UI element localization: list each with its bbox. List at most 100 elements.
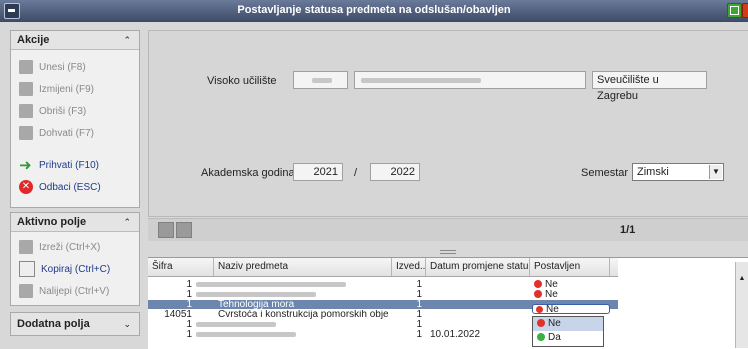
collapse-icon[interactable]: ⌃	[123, 213, 131, 231]
option-label: Ne	[548, 318, 561, 329]
academic-year-label: Akademska godina	[201, 167, 295, 179]
cell-sifra: 1	[186, 280, 192, 289]
edit-label: Izmijeni (F9)	[39, 83, 95, 95]
edit-icon	[19, 82, 33, 96]
no-icon	[537, 319, 545, 328]
paste-label: Nalijepi (Ctrl+V)	[39, 285, 110, 297]
copy-icon	[19, 261, 35, 277]
year-separator: /	[354, 167, 358, 179]
cut-label: Izreži (Ctrl+X)	[39, 241, 101, 253]
delete-button[interactable]: Obriši (F3)	[11, 100, 139, 122]
option-label: Da	[548, 332, 561, 343]
accept-button[interactable]: Prihvati (F10)	[11, 154, 139, 176]
navigation-bar: 1/1	[148, 218, 748, 241]
previous-record-icon[interactable]	[176, 222, 192, 238]
institution-name-field[interactable]	[354, 71, 586, 89]
option-ne[interactable]: Ne	[533, 317, 603, 331]
expand-icon[interactable]: ⌄	[123, 313, 131, 335]
delete-label: Obriši (F3)	[39, 105, 87, 117]
first-record-icon[interactable]	[158, 222, 174, 238]
cell-postavljen: Ne	[534, 290, 604, 299]
collapse-icon[interactable]: ⌃	[123, 31, 131, 49]
cell-izvedba: 1	[416, 300, 422, 309]
accept-arrow-icon	[19, 156, 33, 174]
cell-naziv: Tehnologija mora	[218, 300, 295, 309]
extra-fields-panel-header[interactable]: Dodatna polja ⌄	[11, 313, 139, 335]
cell-sifra: 1	[186, 320, 192, 329]
cell-izvedba: 1	[416, 290, 422, 299]
column-header-postavljen[interactable]: Postavljen	[530, 258, 610, 276]
extra-fields-panel-title: Dodatna polja	[17, 318, 90, 330]
institution-label: Visoko učilište	[207, 75, 277, 87]
cell-sifra: 1	[186, 330, 192, 339]
column-header-naziv[interactable]: Naziv predmeta	[214, 258, 392, 276]
status-text: Ne	[545, 280, 558, 289]
accept-label: Prihvati (F10)	[39, 159, 100, 171]
copy-button[interactable]: Kopiraj (Ctrl+C)	[11, 258, 139, 280]
cell-izvedba: 1	[416, 330, 422, 339]
cancel-icon: ✕	[19, 180, 33, 194]
no-icon	[534, 280, 542, 289]
maximize-button[interactable]	[727, 3, 742, 18]
year-to-field[interactable]: 2022	[370, 163, 420, 181]
cell-izvedba: 1	[416, 310, 422, 319]
close-button[interactable]	[742, 3, 748, 18]
cancel-button[interactable]: ✕ Odbaci (ESC)	[11, 176, 139, 198]
status-text: Ne	[545, 290, 558, 299]
semester-select[interactable]: Zimski ▼	[632, 163, 724, 181]
year-from-field[interactable]: 2021	[293, 163, 343, 181]
actions-panel-title: Akcije	[17, 34, 50, 46]
cell-sifra: 1	[186, 290, 192, 299]
cell-postavljen: Ne	[534, 280, 604, 289]
paste-icon	[19, 284, 33, 298]
extra-fields-panel: Dodatna polja ⌄	[10, 312, 140, 336]
option-da[interactable]: Da	[533, 331, 603, 345]
edit-button[interactable]: Izmijeni (F9)	[11, 78, 139, 100]
copy-label: Kopiraj (Ctrl+C)	[41, 263, 111, 275]
fetch-button[interactable]: Dohvati (F7)	[11, 122, 139, 144]
table-row[interactable]: 1 1 Ne	[148, 280, 618, 289]
subjects-table: Šifra Naziv predmeta Izved... Datum prom…	[148, 257, 748, 349]
column-header-datum[interactable]: Datum promjene statu...	[426, 258, 530, 276]
splitter-handle[interactable]	[440, 250, 456, 254]
insert-label: Unesi (F8)	[39, 61, 86, 73]
cell-izvedba: 1	[416, 320, 422, 329]
actions-panel: Akcije ⌃ Unesi (F8) Izmijeni (F9) Obriši…	[10, 30, 140, 208]
paste-button[interactable]: Nalijepi (Ctrl+V)	[11, 280, 139, 302]
redacted-text	[196, 282, 346, 287]
cut-button[interactable]: Izreži (Ctrl+X)	[11, 236, 139, 258]
table-vertical-scrollbar[interactable]: ▲	[735, 262, 748, 348]
status-combo-editor[interactable]: Ne	[532, 304, 610, 315]
redacted-text	[361, 78, 481, 83]
scroll-up-icon[interactable]: ▲	[737, 274, 747, 284]
active-field-panel: Aktivno polje ⌃ Izreži (Ctrl+X) Kopiraj …	[10, 212, 140, 306]
cell-sifra: 1	[186, 300, 192, 309]
table-header: Šifra Naziv predmeta Izved... Datum prom…	[148, 258, 618, 277]
institution-code-field[interactable]	[293, 71, 348, 89]
chevron-down-icon[interactable]: ▼	[709, 165, 722, 179]
redacted-text	[196, 292, 316, 297]
record-counter: 1/1	[620, 224, 636, 236]
column-header-sifra[interactable]: Šifra	[148, 258, 214, 276]
editor-value: Ne	[546, 304, 559, 315]
fetch-icon	[19, 126, 33, 140]
cell-datum: 10.01.2022	[430, 330, 481, 339]
university-field[interactable]: Sveučilište u Zagrebu	[592, 71, 707, 102]
semester-value: Zimski	[637, 166, 669, 178]
window-title: Postavljanje statusa predmeta na odsluša…	[237, 4, 511, 16]
filter-form: Visoko učilište Sveučilište u Zagrebu Ak…	[148, 30, 748, 217]
fetch-label: Dohvati (F7)	[39, 127, 95, 139]
table-row[interactable]: 1 1 Ne	[148, 290, 618, 299]
redacted-text	[312, 78, 332, 83]
redacted-text	[196, 322, 276, 327]
semester-label: Semestar	[581, 167, 629, 179]
actions-panel-header[interactable]: Akcije ⌃	[11, 31, 139, 50]
insert-button[interactable]: Unesi (F8)	[11, 56, 139, 78]
no-icon	[534, 290, 542, 299]
yes-icon	[537, 333, 545, 342]
redacted-text	[196, 332, 296, 337]
active-field-panel-header[interactable]: Aktivno polje ⌃	[11, 213, 139, 232]
column-header-izvedba[interactable]: Izved...	[392, 258, 426, 276]
status-dropdown-list: Ne Da	[532, 316, 604, 347]
cancel-label: Odbaci (ESC)	[39, 181, 101, 193]
